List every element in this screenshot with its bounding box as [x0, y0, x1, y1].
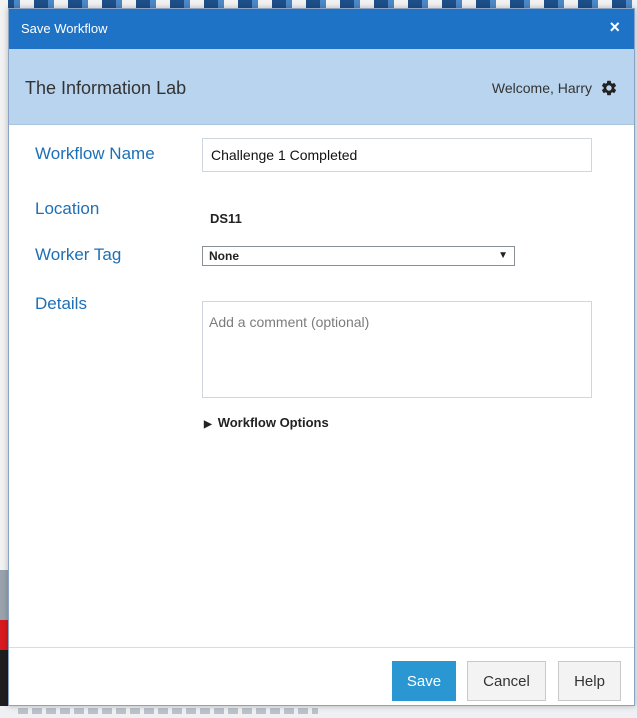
location-label: Location: [35, 199, 100, 218]
close-icon[interactable]: ×: [609, 17, 620, 38]
welcome-prefix: Welcome,: [491, 80, 554, 96]
worker-tag-value: None: [209, 249, 239, 263]
details-placeholder: Add a comment (optional): [209, 314, 370, 330]
help-button[interactable]: Help: [558, 661, 621, 701]
dialog-title: Save Workflow: [21, 21, 108, 36]
dialog-header: The Information Lab Welcome, Harry: [9, 49, 634, 125]
location-value: DS11: [210, 211, 242, 226]
save-workflow-dialog: Save Workflow × The Information Lab Welc…: [8, 8, 635, 706]
workflow-name-label: Workflow Name: [35, 144, 155, 163]
save-button[interactable]: Save: [392, 661, 456, 701]
workflow-name-input[interactable]: Challenge 1 Completed: [202, 138, 592, 172]
dialog-titlebar: Save Workflow ×: [9, 9, 634, 49]
dialog-footer: Save Cancel Help: [9, 647, 634, 705]
worker-tag-select[interactable]: None ▼: [202, 246, 515, 266]
welcome-text: Welcome, Harry: [492, 80, 592, 96]
background-app-edge: [0, 0, 8, 718]
welcome-area: Welcome, Harry: [492, 79, 618, 97]
worker-tag-label: Worker Tag: [35, 245, 122, 264]
dropdown-arrow-icon: ▼: [498, 250, 508, 261]
details-label: Details: [35, 294, 87, 313]
workflow-options-toggle[interactable]: ▶ Workflow Options: [204, 415, 329, 430]
cancel-button[interactable]: Cancel: [467, 661, 546, 701]
details-textarea[interactable]: Add a comment (optional): [202, 301, 592, 398]
expand-triangle-icon: ▶: [204, 419, 212, 430]
background-faint-text: [18, 708, 318, 714]
workflow-options-label: Workflow Options: [217, 415, 329, 430]
background-app-toolbar: [0, 0, 637, 8]
org-name: The Information Lab: [25, 78, 187, 98]
gear-icon[interactable]: [600, 79, 618, 97]
user-name: Harry: [557, 80, 592, 96]
background-app-statusbar: [0, 706, 637, 718]
